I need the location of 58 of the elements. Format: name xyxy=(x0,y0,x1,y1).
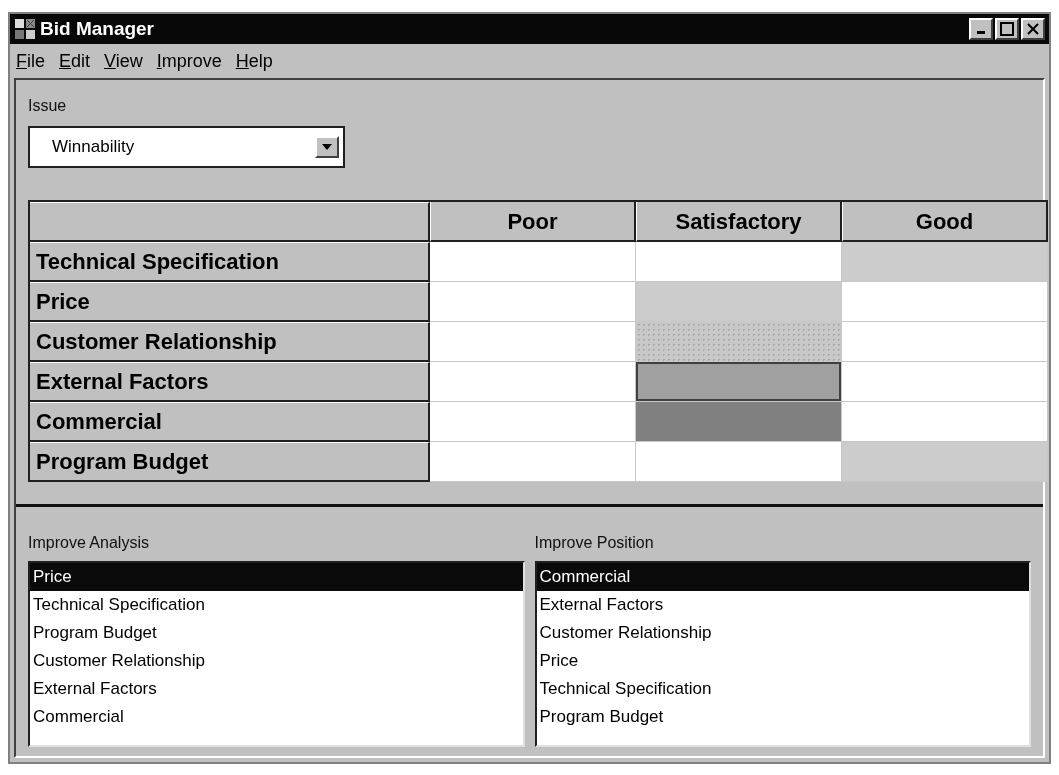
column-header: Good xyxy=(842,202,1048,242)
rating-cell[interactable] xyxy=(430,362,636,402)
list-item[interactable]: Technical Specification xyxy=(536,675,1029,703)
list-item[interactable]: Program Budget xyxy=(30,619,523,647)
issue-label: Issue xyxy=(28,96,68,116)
menu-item[interactable]: Help xyxy=(235,47,273,75)
row-header: Commercial xyxy=(30,402,430,442)
rating-cell[interactable] xyxy=(842,322,1048,362)
list-item[interactable]: Commercial xyxy=(536,563,1029,591)
menu-item[interactable]: Improve xyxy=(156,47,222,75)
minimize-icon xyxy=(977,31,985,34)
rating-cell[interactable] xyxy=(842,282,1048,322)
row-header: Program Budget xyxy=(30,442,430,482)
list-item[interactable]: Technical Specification xyxy=(30,591,523,619)
list-label: Improve Analysis xyxy=(28,533,150,553)
rating-cell[interactable] xyxy=(636,402,842,442)
rating-cell[interactable] xyxy=(430,282,636,322)
row-header: External Factors xyxy=(30,362,430,402)
rating-cell[interactable] xyxy=(636,442,842,482)
menu-item[interactable]: File xyxy=(16,47,45,75)
close-button[interactable] xyxy=(1021,18,1045,40)
row-header: Price xyxy=(30,282,430,322)
rating-cell[interactable] xyxy=(842,242,1048,282)
maximize-icon xyxy=(1000,22,1014,36)
list-item[interactable]: Price xyxy=(536,647,1029,675)
minimize-button[interactable] xyxy=(969,18,993,40)
close-icon xyxy=(1027,23,1039,35)
rating-cell[interactable] xyxy=(430,242,636,282)
menu-item[interactable]: View xyxy=(104,47,143,75)
dropdown-button[interactable] xyxy=(315,136,339,158)
menu-item[interactable]: Edit xyxy=(59,47,91,75)
rating-cell[interactable] xyxy=(636,322,842,362)
row-header: Customer Relationship xyxy=(30,322,430,362)
window-title: Bid Manager xyxy=(40,16,155,41)
rating-cell[interactable] xyxy=(842,402,1048,442)
row-header: Technical Specification xyxy=(30,242,430,282)
app-icon xyxy=(14,18,36,40)
list-item[interactable]: Commercial xyxy=(30,703,523,731)
list-item[interactable]: External Factors xyxy=(536,591,1029,619)
rating-cell[interactable] xyxy=(636,362,842,402)
list-item[interactable]: External Factors xyxy=(30,675,523,703)
rating-cell[interactable] xyxy=(842,442,1048,482)
list-label: Improve Position xyxy=(534,533,655,553)
rating-cell[interactable] xyxy=(636,282,842,322)
list-item[interactable]: Price xyxy=(30,563,523,591)
list-item[interactable]: Customer Relationship xyxy=(30,647,523,675)
rating-cell[interactable] xyxy=(430,322,636,362)
rating-cell[interactable] xyxy=(636,242,842,282)
issue-dropdown[interactable]: Winnability xyxy=(28,126,345,168)
rating-cell[interactable] xyxy=(430,402,636,442)
list-item[interactable]: Customer Relationship xyxy=(536,619,1029,647)
column-header: Satisfactory xyxy=(636,202,842,242)
caret-icon xyxy=(322,144,332,150)
rating-cell[interactable] xyxy=(842,362,1048,402)
list-item[interactable]: Program Budget xyxy=(536,703,1029,731)
column-header: Poor xyxy=(430,202,636,242)
rating-cell[interactable] xyxy=(430,442,636,482)
maximize-button[interactable] xyxy=(995,18,1019,40)
